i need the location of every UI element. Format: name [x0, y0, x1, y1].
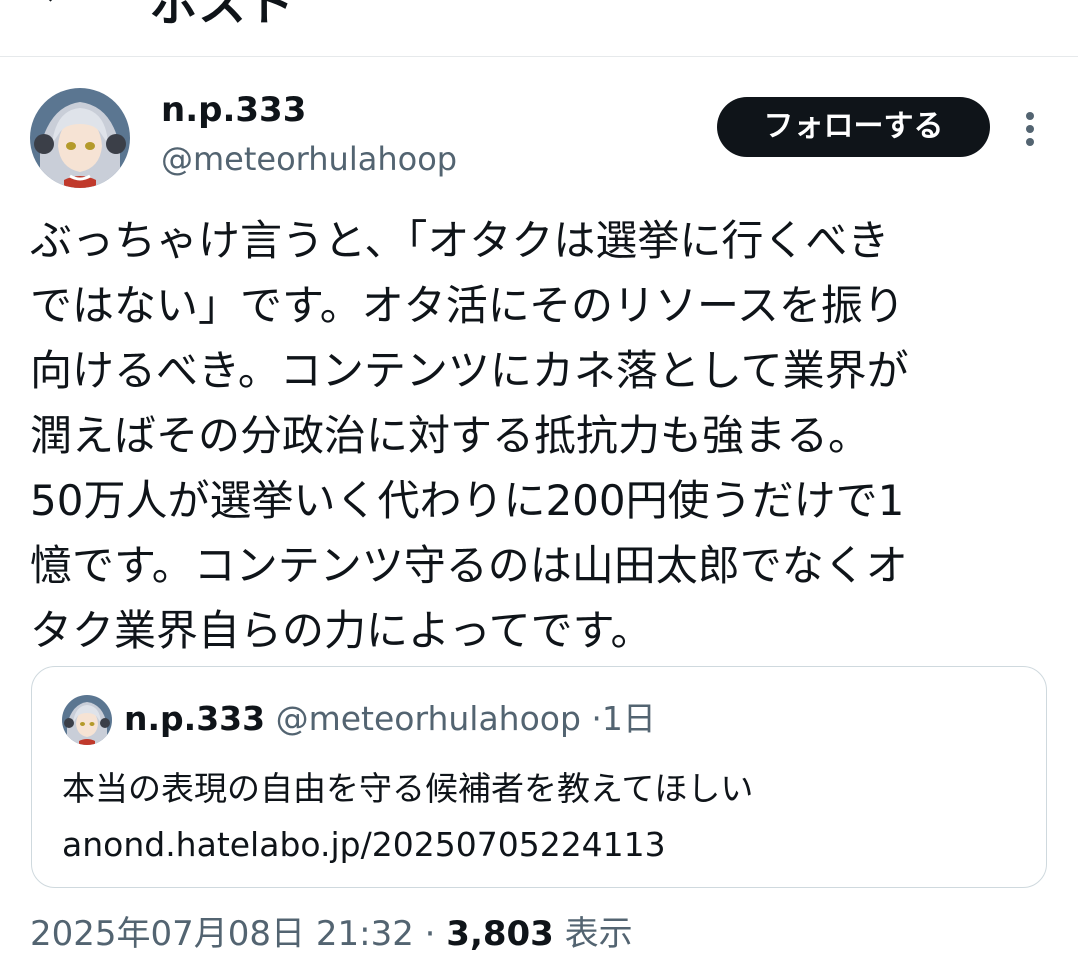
post-timestamp[interactable]: 2025年07月08日 21:32 [30, 914, 414, 954]
quote-avatar-image [62, 695, 112, 745]
avatar-image [30, 88, 130, 188]
avatar[interactable] [30, 88, 130, 188]
post-text-line: ではない」です。オタ活にそのリソースを振り [30, 281, 905, 330]
quote-avatar [62, 695, 112, 745]
quote-time: 1日 [601, 699, 656, 738]
follow-button[interactable]: フォローする [717, 97, 990, 157]
author-name[interactable]: n.p.333 [161, 88, 306, 132]
back-button[interactable]: ← [40, 0, 77, 17]
quote-text-line: 本当の表現の自由を守る候補者を教えてほしい [62, 769, 754, 808]
post-footer: 2025年07月08日 21:32 · 3,803 表示 [30, 912, 633, 956]
post-text-line: 向けるべき。コンテンツにカネ落として業界が [30, 346, 909, 395]
author-handle[interactable]: @meteorhulahoop [161, 138, 457, 180]
more-vertical-icon[interactable] [1016, 108, 1044, 148]
quote-header: n.p.333 @meteorhulahoop ·1日 [124, 695, 656, 743]
quoted-post[interactable]: n.p.333 @meteorhulahoop ·1日 本当の表現の自由を守る候… [31, 666, 1047, 888]
views-count: 3,803 [446, 914, 554, 954]
post-text-line: タク業界自らの力によってです。 [30, 606, 653, 655]
page-title: ポスト [150, 0, 295, 32]
quote-separator: · [591, 699, 602, 738]
post-text-line: 憶です。コンテンツ守るのは山田太郎でなくオ [30, 541, 908, 590]
footer-separator: · [424, 914, 436, 954]
quote-author-handle: @meteorhulahoop [275, 699, 581, 738]
quote-link[interactable]: anond.hatelabo.jp/20250705224113 [62, 817, 753, 873]
views-label: 表示 [564, 914, 633, 954]
post-text-line: 50万人が選挙いく代わりに200円使うだけで1 [30, 476, 905, 525]
quote-author-name: n.p.333 [124, 699, 266, 738]
top-bar: ← ポスト [0, 0, 1078, 57]
quote-text: 本当の表現の自由を守る候補者を教えてほしい anond.hatelabo.jp/… [62, 761, 753, 873]
post-text: ぶっちゃけ言うと、「オタクは選挙に行くべき ではない」です。オタ活にそのリソース… [30, 208, 1050, 663]
post-text-line: 潤えばその分政治に対する抵抗力も強まる。 [30, 411, 871, 460]
post-text-line: ぶっちゃけ言うと、「オタクは選挙に行くべき [30, 216, 890, 265]
